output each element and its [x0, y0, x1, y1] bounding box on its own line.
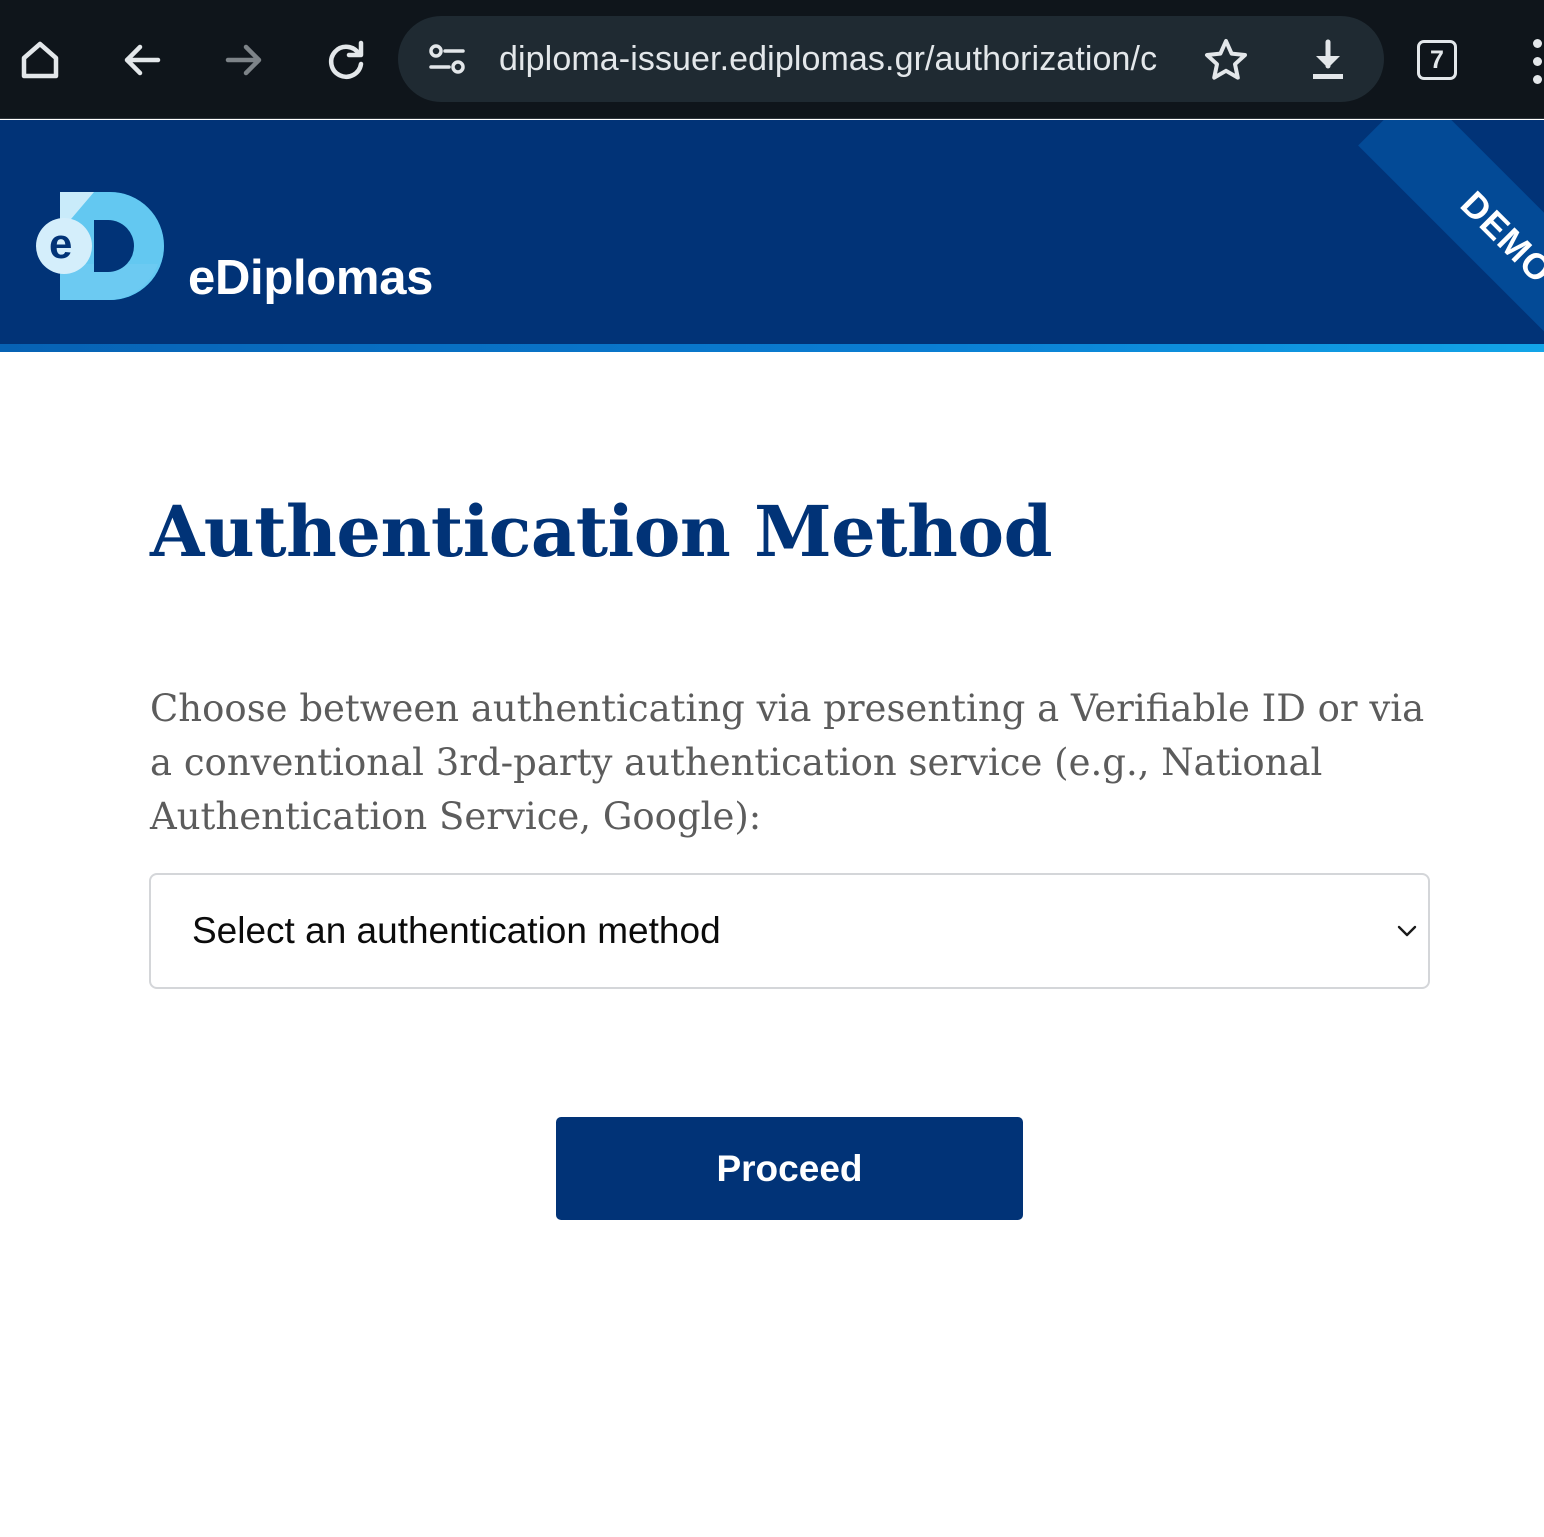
tabs-icon[interactable]: 7 [1417, 40, 1457, 80]
proceed-button[interactable]: Proceed [556, 1117, 1023, 1220]
site-header: e eDiplomas DEMO [0, 120, 1544, 352]
address-bar[interactable]: diploma-issuer.ediplomas.gr/authorizatio… [398, 16, 1384, 102]
demo-ribbon: DEMO [1358, 120, 1544, 352]
home-icon[interactable] [8, 28, 72, 92]
ediplomas-logo-icon[interactable]: e [36, 192, 168, 300]
auth-description: Choose between authenticating via presen… [150, 687, 1425, 838]
site-info-icon[interactable] [422, 38, 472, 80]
demo-ribbon-label: DEMO [1452, 182, 1544, 292]
back-icon[interactable] [110, 28, 174, 92]
logo-letter: e [49, 220, 73, 267]
brand-name[interactable]: eDiplomas [188, 250, 433, 306]
authentication-method-select[interactable]: Select an authentication method [149, 873, 1430, 989]
chevron-down-icon [1397, 925, 1417, 937]
select-value: Select an authentication method [192, 910, 721, 951]
forward-icon[interactable] [212, 28, 276, 92]
menu-icon[interactable] [1526, 36, 1544, 86]
bookmark-star-icon[interactable] [1198, 32, 1254, 88]
url-text[interactable]: diploma-issuer.ediplomas.gr/authorizatio… [499, 38, 1163, 80]
page-title: Authentication Method [150, 490, 1053, 573]
download-icon[interactable] [1300, 32, 1356, 88]
browser-toolbar: diploma-issuer.ediplomas.gr/authorizatio… [0, 0, 1544, 119]
reload-icon[interactable] [314, 28, 378, 92]
header-accent-line [0, 344, 1544, 352]
